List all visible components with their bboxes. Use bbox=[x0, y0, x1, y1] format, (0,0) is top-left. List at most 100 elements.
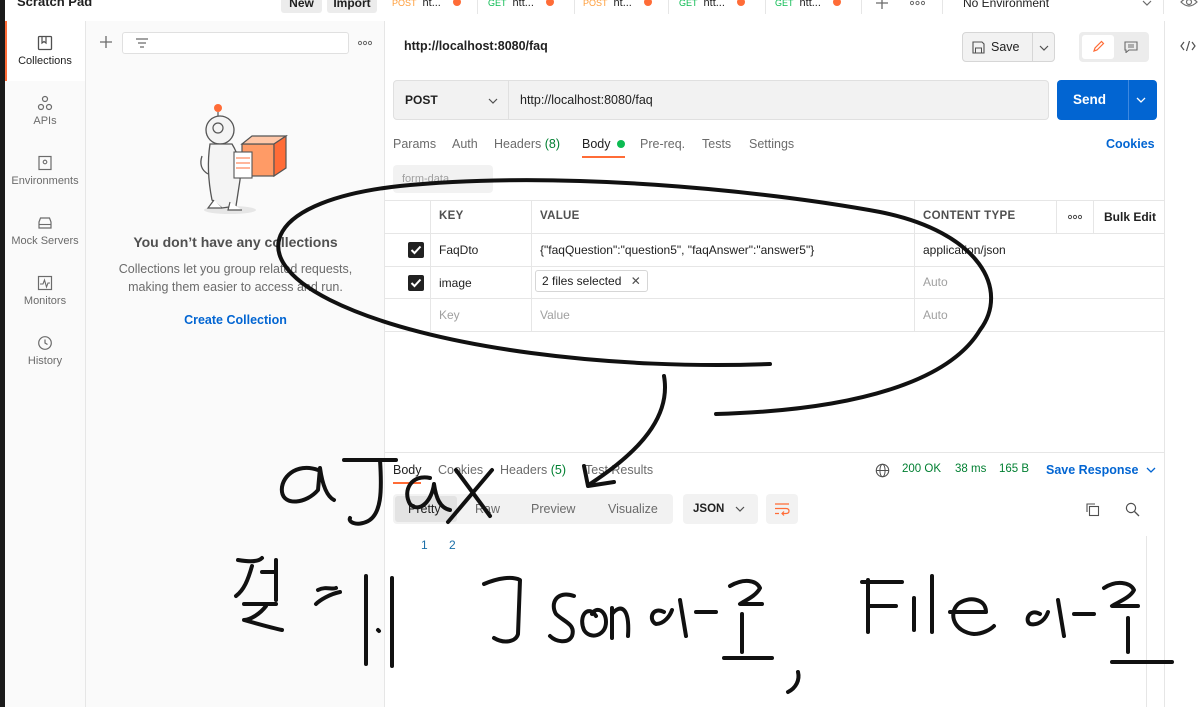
nav-item-environments[interactable]: Environments bbox=[5, 141, 85, 201]
body-mode-selector[interactable]: form-data bbox=[393, 165, 493, 193]
request-title: http://localhost:8080/faq bbox=[404, 39, 548, 53]
response-tab-body[interactable]: Body bbox=[393, 463, 422, 477]
tab-pre-request[interactable]: Pre-req. bbox=[640, 137, 685, 151]
tab-tests[interactable]: Tests bbox=[702, 137, 731, 151]
editor-scrollbar[interactable] bbox=[1146, 536, 1158, 707]
nav-label: History bbox=[27, 355, 63, 367]
code-icon[interactable] bbox=[1180, 40, 1196, 52]
nav-item-apis[interactable]: APIs bbox=[5, 81, 85, 141]
copy-icon[interactable] bbox=[1085, 502, 1100, 517]
row-content-type[interactable]: Auto bbox=[923, 275, 948, 289]
method-select[interactable]: POST bbox=[393, 80, 509, 120]
new-content-type-input[interactable]: Auto bbox=[923, 308, 948, 322]
new-tab-plus-icon[interactable] bbox=[875, 0, 889, 10]
chevron-down-icon[interactable] bbox=[1039, 45, 1049, 51]
view-preview[interactable]: Preview bbox=[531, 502, 575, 516]
more-options-icon[interactable] bbox=[358, 40, 372, 46]
files-selected-label: 2 files selected bbox=[542, 274, 622, 288]
import-button[interactable]: Import bbox=[327, 0, 377, 13]
table-border bbox=[385, 298, 1165, 299]
plus-icon[interactable] bbox=[98, 34, 114, 50]
unsaved-dot-icon bbox=[545, 0, 554, 6]
environment-selector[interactable]: No Environment bbox=[963, 0, 1049, 14]
nav-item-mock-servers[interactable]: Mock Servers bbox=[5, 201, 85, 261]
tab-label: ht... bbox=[422, 0, 441, 9]
environments-icon bbox=[38, 155, 52, 171]
new-button[interactable]: New bbox=[281, 0, 322, 13]
tab-headers-label: Headers bbox=[494, 137, 542, 151]
files-selected-chip[interactable]: 2 files selected ✕ bbox=[535, 270, 648, 292]
unsaved-dot-icon bbox=[643, 0, 652, 6]
edit-mode[interactable] bbox=[1082, 35, 1114, 59]
bulk-edit-button[interactable]: Bulk Edit bbox=[1104, 210, 1156, 224]
response-status[interactable]: 200 OK bbox=[902, 463, 941, 475]
response-active-indicator bbox=[393, 482, 421, 484]
nav-item-collections[interactable]: Collections bbox=[5, 21, 85, 81]
row-key[interactable]: image bbox=[439, 276, 472, 290]
view-raw[interactable]: Raw bbox=[475, 502, 500, 516]
format-select[interactable]: JSON bbox=[683, 494, 758, 524]
request-tab[interactable]: GET htt... bbox=[679, 0, 745, 14]
body-active-dot-icon bbox=[616, 140, 625, 148]
unsaved-dot-icon bbox=[736, 0, 745, 6]
tab-more-icon[interactable] bbox=[910, 0, 925, 6]
new-value-input[interactable]: Value bbox=[540, 308, 570, 322]
tab-settings[interactable]: Settings bbox=[749, 137, 794, 151]
nav-item-history[interactable]: History bbox=[5, 321, 85, 381]
request-tab[interactable]: GET htt... bbox=[488, 0, 554, 14]
request-tab[interactable]: GET htt... bbox=[775, 0, 841, 14]
wrap-lines-button[interactable] bbox=[766, 494, 798, 524]
send-button[interactable]: Send bbox=[1057, 80, 1157, 120]
tab-method: POST bbox=[392, 0, 417, 8]
nav-item-monitors[interactable]: Monitors bbox=[5, 261, 85, 321]
response-tab-headers[interactable]: Headers (5) bbox=[500, 463, 566, 477]
row-checkbox[interactable] bbox=[408, 275, 424, 291]
cookies-link[interactable]: Cookies bbox=[1106, 137, 1155, 151]
right-rail-divider bbox=[1164, 21, 1165, 707]
globe-icon[interactable] bbox=[875, 463, 890, 478]
table-border bbox=[385, 233, 1165, 234]
format-label: JSON bbox=[693, 503, 725, 515]
tab-body[interactable]: Body bbox=[582, 137, 625, 151]
row-checkbox[interactable] bbox=[408, 242, 424, 258]
column-header-content-type: CONTENT TYPE bbox=[923, 210, 1016, 222]
request-tab[interactable]: POST ht... bbox=[583, 0, 652, 14]
method-label: POST bbox=[405, 93, 438, 107]
tab-auth[interactable]: Auth bbox=[452, 137, 478, 151]
more-options-icon[interactable] bbox=[1068, 214, 1082, 220]
response-tab-cookies[interactable]: Cookies bbox=[438, 463, 483, 477]
row-key[interactable]: FaqDto bbox=[439, 243, 478, 257]
empty-state-title: You don’t have any collections bbox=[133, 234, 338, 250]
save-button[interactable]: Save bbox=[962, 32, 1055, 62]
nav-label: Environments bbox=[11, 175, 79, 187]
eye-icon[interactable] bbox=[1180, 0, 1198, 7]
url-input[interactable]: http://localhost:8080/faq bbox=[509, 80, 1049, 120]
new-key-input[interactable]: Key bbox=[439, 308, 460, 322]
row-content-type[interactable]: application/json bbox=[923, 243, 1006, 257]
astronaut-illustration-icon bbox=[200, 104, 288, 214]
table-border bbox=[385, 200, 1165, 201]
nav-label: Mock Servers bbox=[11, 235, 79, 247]
comment-icon[interactable] bbox=[1124, 41, 1138, 53]
chevron-down-icon[interactable] bbox=[1142, 0, 1152, 6]
search-input[interactable] bbox=[122, 32, 349, 54]
response-tab-test-results[interactable]: Test Results bbox=[585, 463, 653, 477]
table-col-border bbox=[1056, 200, 1057, 233]
tab-params[interactable]: Params bbox=[393, 137, 436, 151]
remove-files-icon[interactable]: ✕ bbox=[631, 274, 641, 288]
view-visualize[interactable]: Visualize bbox=[608, 502, 658, 516]
check-icon bbox=[410, 278, 422, 288]
chevron-down-icon[interactable] bbox=[1136, 97, 1146, 103]
tab-separator bbox=[861, 0, 862, 14]
view-mode-toggle[interactable] bbox=[1079, 32, 1149, 62]
view-pretty[interactable]: Pretty bbox=[408, 502, 441, 516]
request-tab[interactable]: POST ht... bbox=[392, 0, 461, 14]
search-icon[interactable] bbox=[1125, 502, 1140, 517]
tab-headers[interactable]: Headers (8) bbox=[494, 137, 560, 151]
response-time[interactable]: 38 ms bbox=[955, 463, 986, 475]
monitors-icon bbox=[37, 275, 53, 291]
save-response-button[interactable]: Save Response bbox=[1046, 463, 1156, 477]
create-collection-link[interactable]: Create Collection bbox=[86, 313, 385, 327]
response-size[interactable]: 165 B bbox=[999, 463, 1029, 475]
row-value[interactable]: {"faqQuestion":"question5", "faqAnswer":… bbox=[540, 243, 814, 257]
